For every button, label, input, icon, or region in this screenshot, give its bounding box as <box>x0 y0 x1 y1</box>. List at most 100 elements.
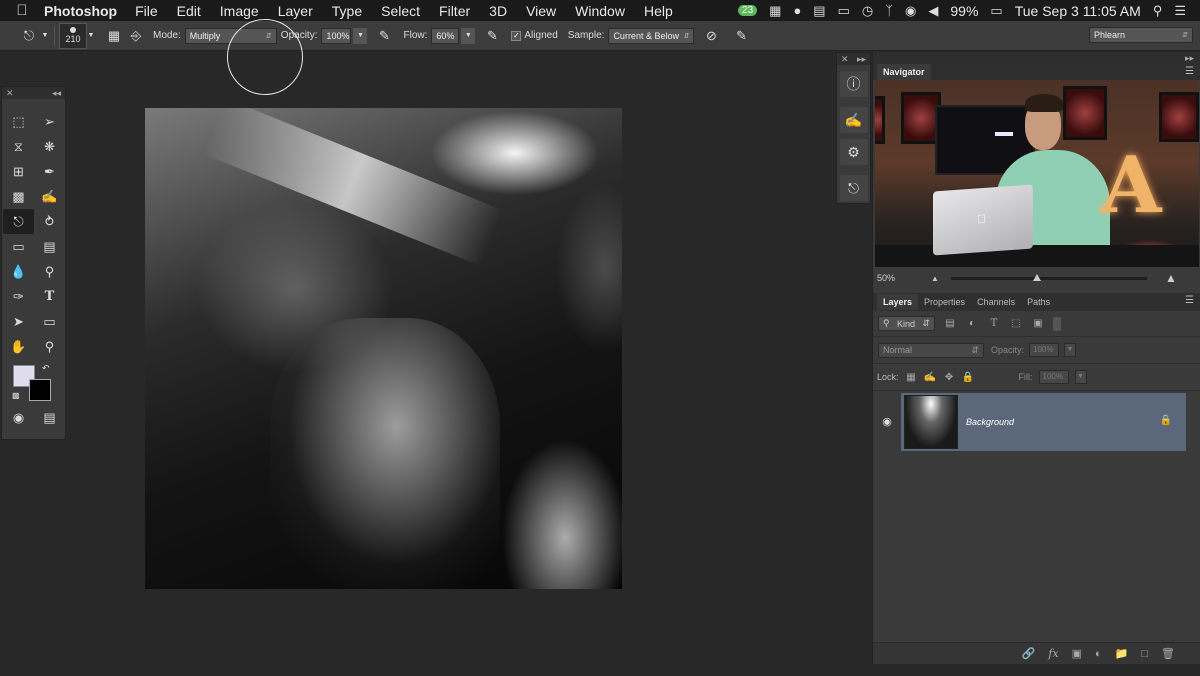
tab-properties[interactable]: Properties <box>918 294 971 310</box>
tab-layers[interactable]: Layers <box>877 294 919 310</box>
ignore-adjustment-layers-icon[interactable]: ⊘ <box>700 25 722 47</box>
opacity-chevron-icon[interactable]: ▼ <box>1064 343 1077 357</box>
menu-image[interactable]: Image <box>220 3 259 19</box>
menu-select[interactable]: Select <box>381 3 420 19</box>
clone-source-panel-icon[interactable]: ⎆ <box>125 25 147 47</box>
zoom-slider[interactable] <box>950 273 1147 281</box>
brush-preset-picker[interactable]: 210 <box>59 22 87 49</box>
airbrush-icon[interactable]: ✎ <box>481 25 503 47</box>
clock[interactable]: Tue Sep 3 11:05 AM <box>1015 3 1141 19</box>
blend-mode-select[interactable]: Normal ⇵ <box>878 342 984 358</box>
zoom-in-icon[interactable]: ▲ <box>1165 271 1177 285</box>
fill-chevron-icon[interactable]: ▼ <box>1074 370 1087 384</box>
aligned-checkbox[interactable]: ✓ <box>511 30 522 41</box>
info-panel-icon[interactable]: ⓘ <box>839 71 868 97</box>
menu-filter[interactable]: Filter <box>439 3 470 19</box>
layer-row[interactable]: ◉ Background 🔒 <box>873 393 1186 451</box>
pressure-opacity-icon[interactable]: ✎ <box>373 25 395 47</box>
magic-wand-tool-icon[interactable]: ❋ <box>34 134 65 159</box>
lock-position-icon[interactable]: ✥ <box>943 372 956 383</box>
eyedropper-tool-icon[interactable]: ✒ <box>34 159 65 184</box>
grid-icon[interactable]: ▦ <box>769 3 781 19</box>
expand-icon[interactable]: ◂◂ <box>52 87 61 99</box>
navigator-preview[interactable]: A  <box>875 80 1199 267</box>
sample-select[interactable]: Current & Below ⇵ <box>608 27 695 44</box>
new-layer-icon[interactable]: □ <box>1141 648 1148 660</box>
menu-file[interactable]: File <box>135 3 158 19</box>
move-tool-icon[interactable]: ➢ <box>34 109 65 134</box>
type-layer-filter-icon[interactable]: T <box>987 318 1001 329</box>
lock-all-icon[interactable]: 🔒 <box>962 372 975 383</box>
notification-badge[interactable]: 23 <box>738 5 758 16</box>
time-machine-icon[interactable]: ◷ <box>862 3 873 19</box>
bluetooth-icon[interactable]: ᛉ <box>885 3 893 18</box>
brush-tool-icon[interactable]: ✍ <box>34 184 65 209</box>
type-tool-icon[interactable]: T <box>34 284 65 309</box>
fill-field[interactable]: 100% <box>1038 370 1069 384</box>
flow-slider-chevron-icon[interactable]: ▼ <box>461 27 476 44</box>
lock-transparent-icon[interactable]: ▦ <box>905 372 918 383</box>
adjustment-layer-icon[interactable]: ◐ <box>1095 648 1102 660</box>
blur-tool-icon[interactable]: 💧 <box>3 259 34 284</box>
panel-menu-icon[interactable]: ☰ <box>1185 295 1194 306</box>
tab-paths[interactable]: Paths <box>1021 294 1056 310</box>
zoom-value[interactable]: 50% <box>877 273 895 283</box>
eraser-tool-icon[interactable]: ▭ <box>3 234 34 259</box>
brush-picker-chevron-icon[interactable]: ▼ <box>87 25 95 47</box>
tab-channels[interactable]: Channels <box>971 294 1021 310</box>
expand-icon[interactable]: ▸▸ <box>857 53 866 65</box>
document-canvas[interactable] <box>145 108 622 589</box>
notification-center-icon[interactable]: ☰ <box>1174 3 1186 19</box>
menu-window[interactable]: Window <box>575 3 625 19</box>
flow-field[interactable]: 60% <box>431 27 460 44</box>
link-layers-icon[interactable]: 🔗 <box>1022 647 1036 660</box>
lasso-tool-icon[interactable]: ⧖ <box>3 134 34 159</box>
path-selection-tool-icon[interactable]: ➤ <box>3 309 34 334</box>
tool-preset-chevron-icon[interactable]: ▼ <box>40 25 50 47</box>
shape-layer-filter-icon[interactable]: ⬚ <box>1009 318 1023 329</box>
lock-image-icon[interactable]: ✍ <box>924 372 937 383</box>
menu-help[interactable]: Help <box>644 3 673 19</box>
pressure-size-icon[interactable]: ✎ <box>730 25 752 47</box>
battery-icon[interactable]: ▭ <box>990 3 1002 19</box>
evernote-icon[interactable]: ● <box>793 3 801 18</box>
menu-3d[interactable]: 3D <box>489 3 507 19</box>
tab-navigator[interactable]: Navigator <box>877 64 931 80</box>
brush-panel-icon[interactable]: ▦ <box>103 25 125 47</box>
new-group-icon[interactable]: 📁 <box>1115 647 1129 660</box>
opacity-field[interactable]: 100% <box>321 27 352 44</box>
quick-mask-icon[interactable]: ◉ <box>3 405 34 430</box>
pixel-layer-filter-icon[interactable]: ▤ <box>943 318 957 329</box>
clone-source-panel-icon[interactable]: ⎋ <box>839 175 868 201</box>
battery-percent[interactable]: 99% <box>950 3 978 19</box>
hand-tool-icon[interactable]: ✋ <box>3 334 34 359</box>
rectangle-tool-icon[interactable]: ▭ <box>34 309 65 334</box>
brush-panel-icon[interactable]: ⚙ <box>839 139 868 165</box>
default-colors-icon[interactable]: ▩ <box>12 391 20 400</box>
app-menu[interactable]: Photoshop <box>44 3 117 19</box>
clone-stamp-tool-icon[interactable]: ⎋ <box>3 209 34 234</box>
wifi-icon[interactable]: ◉ <box>905 3 916 19</box>
menu-view[interactable]: View <box>526 3 556 19</box>
delete-layer-icon[interactable]: 🗑 <box>1161 647 1175 660</box>
visibility-eye-icon[interactable]: ◉ <box>873 393 901 451</box>
screen-mode-icon[interactable]: ▤ <box>34 405 65 430</box>
add-mask-icon[interactable]: ▣ <box>1072 647 1082 660</box>
airplay-icon[interactable]: ▭ <box>838 3 850 19</box>
smart-object-filter-icon[interactable]: ▣ <box>1031 318 1045 329</box>
history-brush-tool-icon[interactable]: ⥁ <box>34 209 65 234</box>
volume-icon[interactable]: ◀ <box>928 3 938 19</box>
layer-opacity-field[interactable]: 100% <box>1029 343 1060 357</box>
clone-stamp-tool-icon[interactable]: ⎋ <box>18 25 40 47</box>
filter-toggle[interactable] <box>1053 316 1061 331</box>
close-icon[interactable]: ✕ <box>841 53 849 65</box>
crop-tool-icon[interactable]: ⊞ <box>3 159 34 184</box>
zoom-tool-icon[interactable]: ⚲ <box>34 334 65 359</box>
pen-tool-icon[interactable]: ✑ <box>3 284 34 309</box>
spotlight-icon[interactable]: ⚲ <box>1153 3 1163 19</box>
filter-kind-select[interactable]: ⚲ Kind ⇵ <box>878 316 935 331</box>
bars-icon[interactable]: ▤ <box>813 3 825 19</box>
zoom-out-icon[interactable]: ▲ <box>931 274 939 283</box>
healing-brush-tool-icon[interactable]: ▩ <box>3 184 34 209</box>
adjustment-layer-filter-icon[interactable]: ◐ <box>965 318 979 329</box>
